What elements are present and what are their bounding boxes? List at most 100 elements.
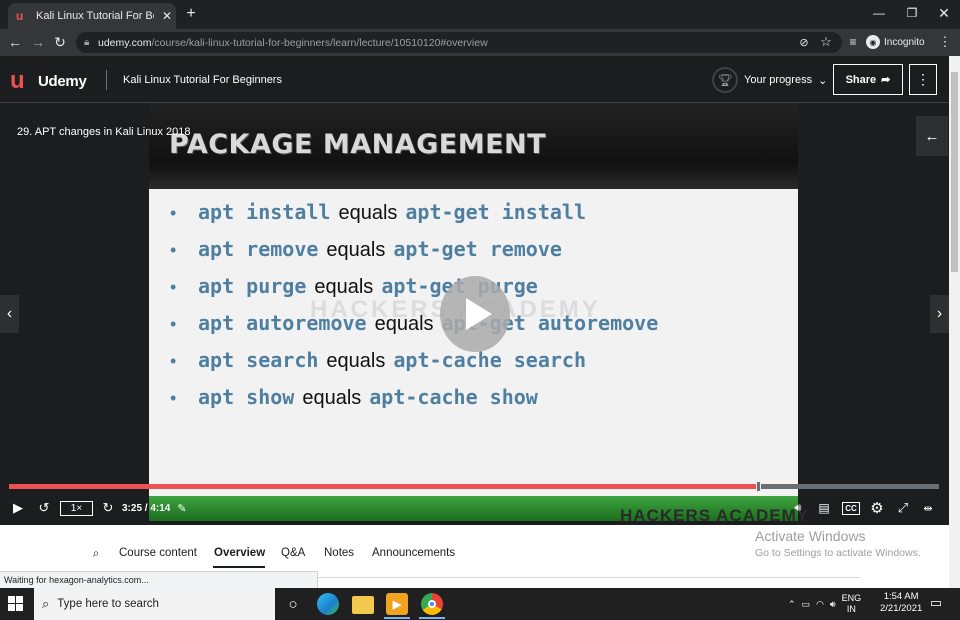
slide-alternative: apt-get remove (393, 237, 562, 261)
incognito-badge[interactable]: ◉ Incognito (866, 33, 930, 51)
edge-browser-icon[interactable] (317, 593, 339, 615)
slide-bullet-line: • apt search equals apt-cache search (170, 348, 790, 385)
clock-time: 1:54 AM (883, 591, 919, 602)
seek-handle[interactable] (756, 481, 761, 492)
slide-alternative: apt-cache show (369, 385, 538, 409)
task-view-icon[interactable]: ○ (282, 593, 304, 615)
volume-icon[interactable]: 🔊︎ (790, 499, 806, 517)
lecture-title: 29. APT changes in Kali Linux 2018 (17, 126, 191, 138)
new-tab-icon[interactable]: + (182, 5, 200, 23)
add-note-icon[interactable]: ✎ (175, 499, 189, 517)
close-tab-icon[interactable]: ✕ (162, 9, 172, 23)
address-bar[interactable]: 🔒︎ udemy.com/course/kali-linux-tutorial-… (76, 32, 842, 53)
battery-icon[interactable]: ▭ (802, 599, 811, 610)
progress-dropdown[interactable]: 🏆︎ Your progress ⌄ (712, 67, 827, 93)
play-overlay-button[interactable] (440, 276, 510, 352)
play-pause-icon[interactable]: ▶ (10, 499, 26, 517)
tab-overview[interactable]: Overview (214, 547, 265, 559)
tab-announcements[interactable]: Announcements (372, 547, 455, 559)
tray-chevron-up-icon[interactable]: ⌃ (788, 599, 796, 610)
forward-icon[interactable]: → (28, 33, 48, 51)
bullet-icon: • (170, 351, 177, 371)
reload-icon[interactable]: ↻ (50, 33, 70, 51)
browser-menu-icon[interactable]: ⋮ (938, 34, 952, 50)
udemy-favicon-icon: u (16, 9, 24, 23)
language-indicator[interactable]: ENG IN (842, 593, 862, 615)
taskbar-clock[interactable]: 1:54 AM 2/21/2021 (880, 591, 922, 615)
more-options-button[interactable]: ⋮ (909, 64, 937, 95)
tab-course-content[interactable]: Course content (119, 547, 197, 559)
fullscreen-icon[interactable]: ⤢ (894, 499, 912, 517)
reading-list-icon[interactable]: ≡ (845, 34, 861, 50)
previous-lecture-button[interactable]: ‹ (0, 295, 19, 333)
activate-windows-subtitle: Go to Settings to activate Windows. (755, 547, 921, 559)
udemy-logo-icon: u (10, 67, 25, 94)
restore-icon[interactable]: ❐ (895, 4, 929, 22)
share-label: Share (845, 73, 877, 86)
time-display: 3:25 / 4:14 (122, 503, 171, 514)
browser-status-bar: Waiting for hexagon-analytics.com... (0, 571, 318, 588)
slide-alternative: apt-get install (405, 200, 587, 224)
wifi-icon[interactable]: ◠ (816, 599, 824, 610)
share-button[interactable]: Share ➦ (833, 64, 903, 95)
search-icon: ⌕ (42, 596, 50, 611)
file-explorer-icon[interactable] (352, 596, 374, 614)
close-window-icon[interactable]: ✕ (927, 4, 960, 22)
browser-tab-title: Kali Linux Tutorial For Beginners (36, 10, 154, 22)
scrollbar-thumb[interactable] (951, 72, 958, 272)
lock-icon: 🔒︎ (84, 37, 90, 48)
rewind-5-icon[interactable]: ↺ (36, 499, 52, 517)
slide-bullet-line: • apt install equals apt-get install (170, 200, 790, 237)
search-icon[interactable]: ⌕ (89, 546, 103, 560)
bullet-icon: • (170, 388, 177, 408)
progress-label: Your progress (744, 74, 813, 86)
bullet-icon: • (170, 240, 177, 260)
slide-equals: equals (326, 239, 386, 261)
playback-speed-button[interactable]: 1× (60, 501, 93, 516)
logo-text: Udemy (38, 72, 87, 90)
volume-icon[interactable]: 🔊︎ (830, 599, 836, 610)
expand-theater-icon[interactable]: ⇹ (918, 499, 938, 517)
browser-tab[interactable]: u Kali Linux Tutorial For Beginners ✕ (8, 3, 176, 29)
slide-heading: PACKAGE MANAGEMENT (169, 129, 547, 160)
forward-5-icon[interactable]: ↻ (100, 499, 116, 517)
course-title[interactable]: Kali Linux Tutorial For Beginners (123, 74, 282, 86)
seek-bar-progress (9, 484, 759, 489)
back-icon[interactable]: ← (5, 33, 25, 51)
slide-command: apt show (198, 385, 295, 409)
tracking-blocked-icon[interactable]: ⊘ (796, 34, 812, 50)
clock-date: 2/21/2021 (880, 603, 923, 614)
incognito-icon: ◉ (866, 35, 880, 49)
slide-command: apt purge (198, 274, 307, 298)
udemy-logo[interactable]: u Udemy (10, 68, 87, 94)
active-app-indicator (419, 617, 445, 619)
trophy-icon: 🏆︎ (712, 67, 738, 93)
tab-notes[interactable]: Notes (324, 547, 354, 559)
minimize-icon[interactable]: — (862, 4, 896, 22)
windows-start-icon[interactable] (8, 596, 24, 612)
header-divider (106, 70, 107, 90)
activate-windows-title: Activate Windows (755, 528, 866, 544)
language-bottom: IN (846, 604, 856, 614)
next-lecture-button[interactable]: › (930, 295, 949, 333)
bullet-icon: • (170, 314, 177, 334)
taskbar-search-placeholder: Type here to search (57, 598, 159, 610)
tab-qa[interactable]: Q&A (281, 547, 305, 559)
slide-command: apt install (198, 200, 331, 224)
activate-windows-watermark: Activate Windows Go to Settings to activ… (755, 528, 921, 559)
slide-bullet-line: • apt remove equals apt-get remove (170, 237, 790, 274)
active-app-indicator (384, 617, 410, 619)
bookmark-star-icon[interactable]: ☆ (818, 34, 834, 50)
transcript-icon[interactable]: ▤ (816, 499, 832, 517)
notifications-icon[interactable]: ▭ (928, 595, 944, 611)
page-scrollbar[interactable] (949, 56, 960, 588)
vlc-app-icon[interactable]: ▶ (386, 593, 408, 615)
slide-command: apt remove (198, 237, 319, 261)
settings-gear-icon[interactable]: ⚙ (868, 499, 886, 517)
open-sidebar-button[interactable]: ← (916, 116, 948, 156)
slide-equals: equals (302, 387, 362, 409)
captions-icon[interactable]: CC (842, 502, 860, 515)
slide-alternative: apt-cache search (393, 348, 587, 372)
chrome-icon[interactable] (421, 593, 443, 615)
taskbar-search-box[interactable]: ⌕ Type here to search (34, 588, 275, 620)
